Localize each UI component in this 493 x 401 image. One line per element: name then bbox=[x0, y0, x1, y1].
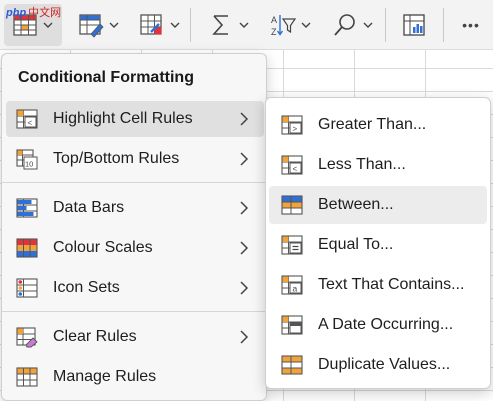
toolbar-divider bbox=[190, 8, 191, 42]
conditional-formatting-menu: Conditional Formatting < Highlight Cell … bbox=[1, 53, 267, 401]
analyze-data-icon bbox=[403, 14, 425, 36]
submenu-item-label: Text That Contains... bbox=[318, 276, 465, 293]
duplicate-values-icon bbox=[281, 355, 303, 375]
menu-title: Conditional Formatting bbox=[18, 69, 194, 86]
menu-item-icon-sets[interactable]: Icon Sets bbox=[6, 270, 264, 306]
clear-rules-icon bbox=[16, 327, 38, 348]
chevron-right-icon bbox=[240, 201, 249, 215]
cell-styles-icon bbox=[140, 14, 162, 35]
highlight-cells-icon: < bbox=[16, 109, 38, 129]
menu-item-label: Colour Scales bbox=[53, 239, 153, 256]
find-select-button[interactable] bbox=[326, 4, 380, 46]
search-icon bbox=[334, 14, 355, 36]
chevron-right-icon bbox=[240, 152, 249, 166]
date-occurring-icon bbox=[281, 315, 303, 335]
ribbon-toolbar: A Z ••• bbox=[0, 0, 493, 50]
svg-text:>: > bbox=[293, 125, 298, 134]
chevron-down-icon bbox=[301, 22, 311, 28]
equal-to-icon bbox=[281, 235, 303, 255]
submenu-item-label: A Date Occurring... bbox=[318, 316, 454, 333]
menu-item-label: Top/Bottom Rules bbox=[53, 150, 180, 167]
submenu-item-label: Between... bbox=[318, 196, 394, 213]
svg-text:10: 10 bbox=[25, 160, 33, 169]
watermark-suffix: 中文网 bbox=[28, 7, 62, 19]
more-icon[interactable]: ••• bbox=[452, 4, 490, 46]
svg-text:<: < bbox=[293, 165, 298, 174]
cell-styles-button[interactable] bbox=[134, 4, 186, 46]
svg-text:<: < bbox=[28, 119, 33, 128]
text-contains-icon: a bbox=[281, 275, 303, 295]
chevron-down-icon bbox=[43, 22, 53, 28]
menu-item-data-bars[interactable]: Data Bars bbox=[6, 190, 264, 226]
chevron-down-icon bbox=[363, 22, 373, 28]
menu-divider bbox=[2, 182, 266, 183]
chevron-right-icon bbox=[240, 330, 249, 344]
top-bottom-icon: 10 bbox=[16, 149, 38, 170]
submenu-item-between[interactable]: Between... bbox=[269, 186, 487, 224]
menu-item-clear-rules[interactable]: Clear Rules bbox=[6, 319, 264, 355]
submenu-item-label: Greater Than... bbox=[318, 116, 427, 133]
sort-filter-button[interactable]: A Z bbox=[264, 4, 318, 46]
submenu-item-date-occurring[interactable]: A Date Occurring... bbox=[269, 306, 487, 344]
menu-item-top-bottom-rules[interactable]: 10 Top/Bottom Rules bbox=[6, 141, 264, 177]
menu-item-label: Data Bars bbox=[53, 199, 125, 216]
menu-item-label: Icon Sets bbox=[53, 279, 120, 296]
submenu-item-equal-to[interactable]: Equal To... bbox=[269, 226, 487, 264]
icon-sets-icon bbox=[16, 278, 38, 298]
watermark-brand: php bbox=[6, 7, 27, 19]
toolbar-divider bbox=[385, 8, 386, 42]
sigma-icon bbox=[212, 15, 228, 35]
chevron-down-icon bbox=[109, 22, 119, 28]
colour-scales-icon bbox=[16, 238, 38, 258]
submenu-item-label: Duplicate Values... bbox=[318, 356, 451, 373]
autosum-button[interactable] bbox=[202, 4, 256, 46]
analyze-data-button[interactable] bbox=[394, 4, 434, 46]
menu-item-label: Manage Rules bbox=[53, 368, 157, 385]
submenu-item-label: Equal To... bbox=[318, 236, 394, 253]
submenu-item-label: Less Than... bbox=[318, 156, 406, 173]
chevron-down-icon bbox=[170, 22, 180, 28]
chevron-down-icon bbox=[239, 22, 249, 28]
format-table-icon bbox=[79, 14, 104, 38]
toolbar-divider bbox=[443, 8, 444, 42]
between-icon bbox=[281, 195, 303, 215]
chevron-right-icon bbox=[240, 112, 249, 126]
submenu-item-greater-than[interactable]: > Greater Than... bbox=[269, 106, 487, 144]
submenu-item-less-than[interactable]: < Less Than... bbox=[269, 146, 487, 184]
submenu-item-text-contains[interactable]: a Text That Contains... bbox=[269, 266, 487, 304]
format-as-table-button[interactable] bbox=[70, 4, 128, 46]
svg-text:Z: Z bbox=[271, 27, 277, 37]
menu-item-highlight-cell-rules[interactable]: < Highlight Cell Rules bbox=[6, 101, 264, 137]
svg-text:a: a bbox=[293, 284, 298, 294]
less-than-icon: < bbox=[281, 155, 303, 175]
submenu-item-duplicate-values[interactable]: Duplicate Values... bbox=[269, 346, 487, 384]
greater-than-icon: > bbox=[281, 115, 303, 135]
watermark-logo: php 中文网 bbox=[6, 4, 61, 20]
menu-item-label: Highlight Cell Rules bbox=[53, 110, 193, 127]
menu-item-manage-rules[interactable]: Manage Rules bbox=[6, 359, 264, 395]
sort-filter-icon: A Z bbox=[271, 15, 296, 37]
data-bars-icon bbox=[16, 198, 38, 218]
highlight-cell-rules-submenu: > Greater Than... < Less Than... Between… bbox=[265, 97, 491, 389]
menu-item-colour-scales[interactable]: Colour Scales bbox=[6, 230, 264, 266]
chevron-right-icon bbox=[240, 281, 249, 295]
menu-item-label: Clear Rules bbox=[53, 328, 137, 345]
svg-text:A: A bbox=[271, 15, 277, 25]
menu-divider bbox=[2, 311, 266, 312]
manage-rules-icon bbox=[16, 367, 38, 387]
chevron-right-icon bbox=[240, 241, 249, 255]
